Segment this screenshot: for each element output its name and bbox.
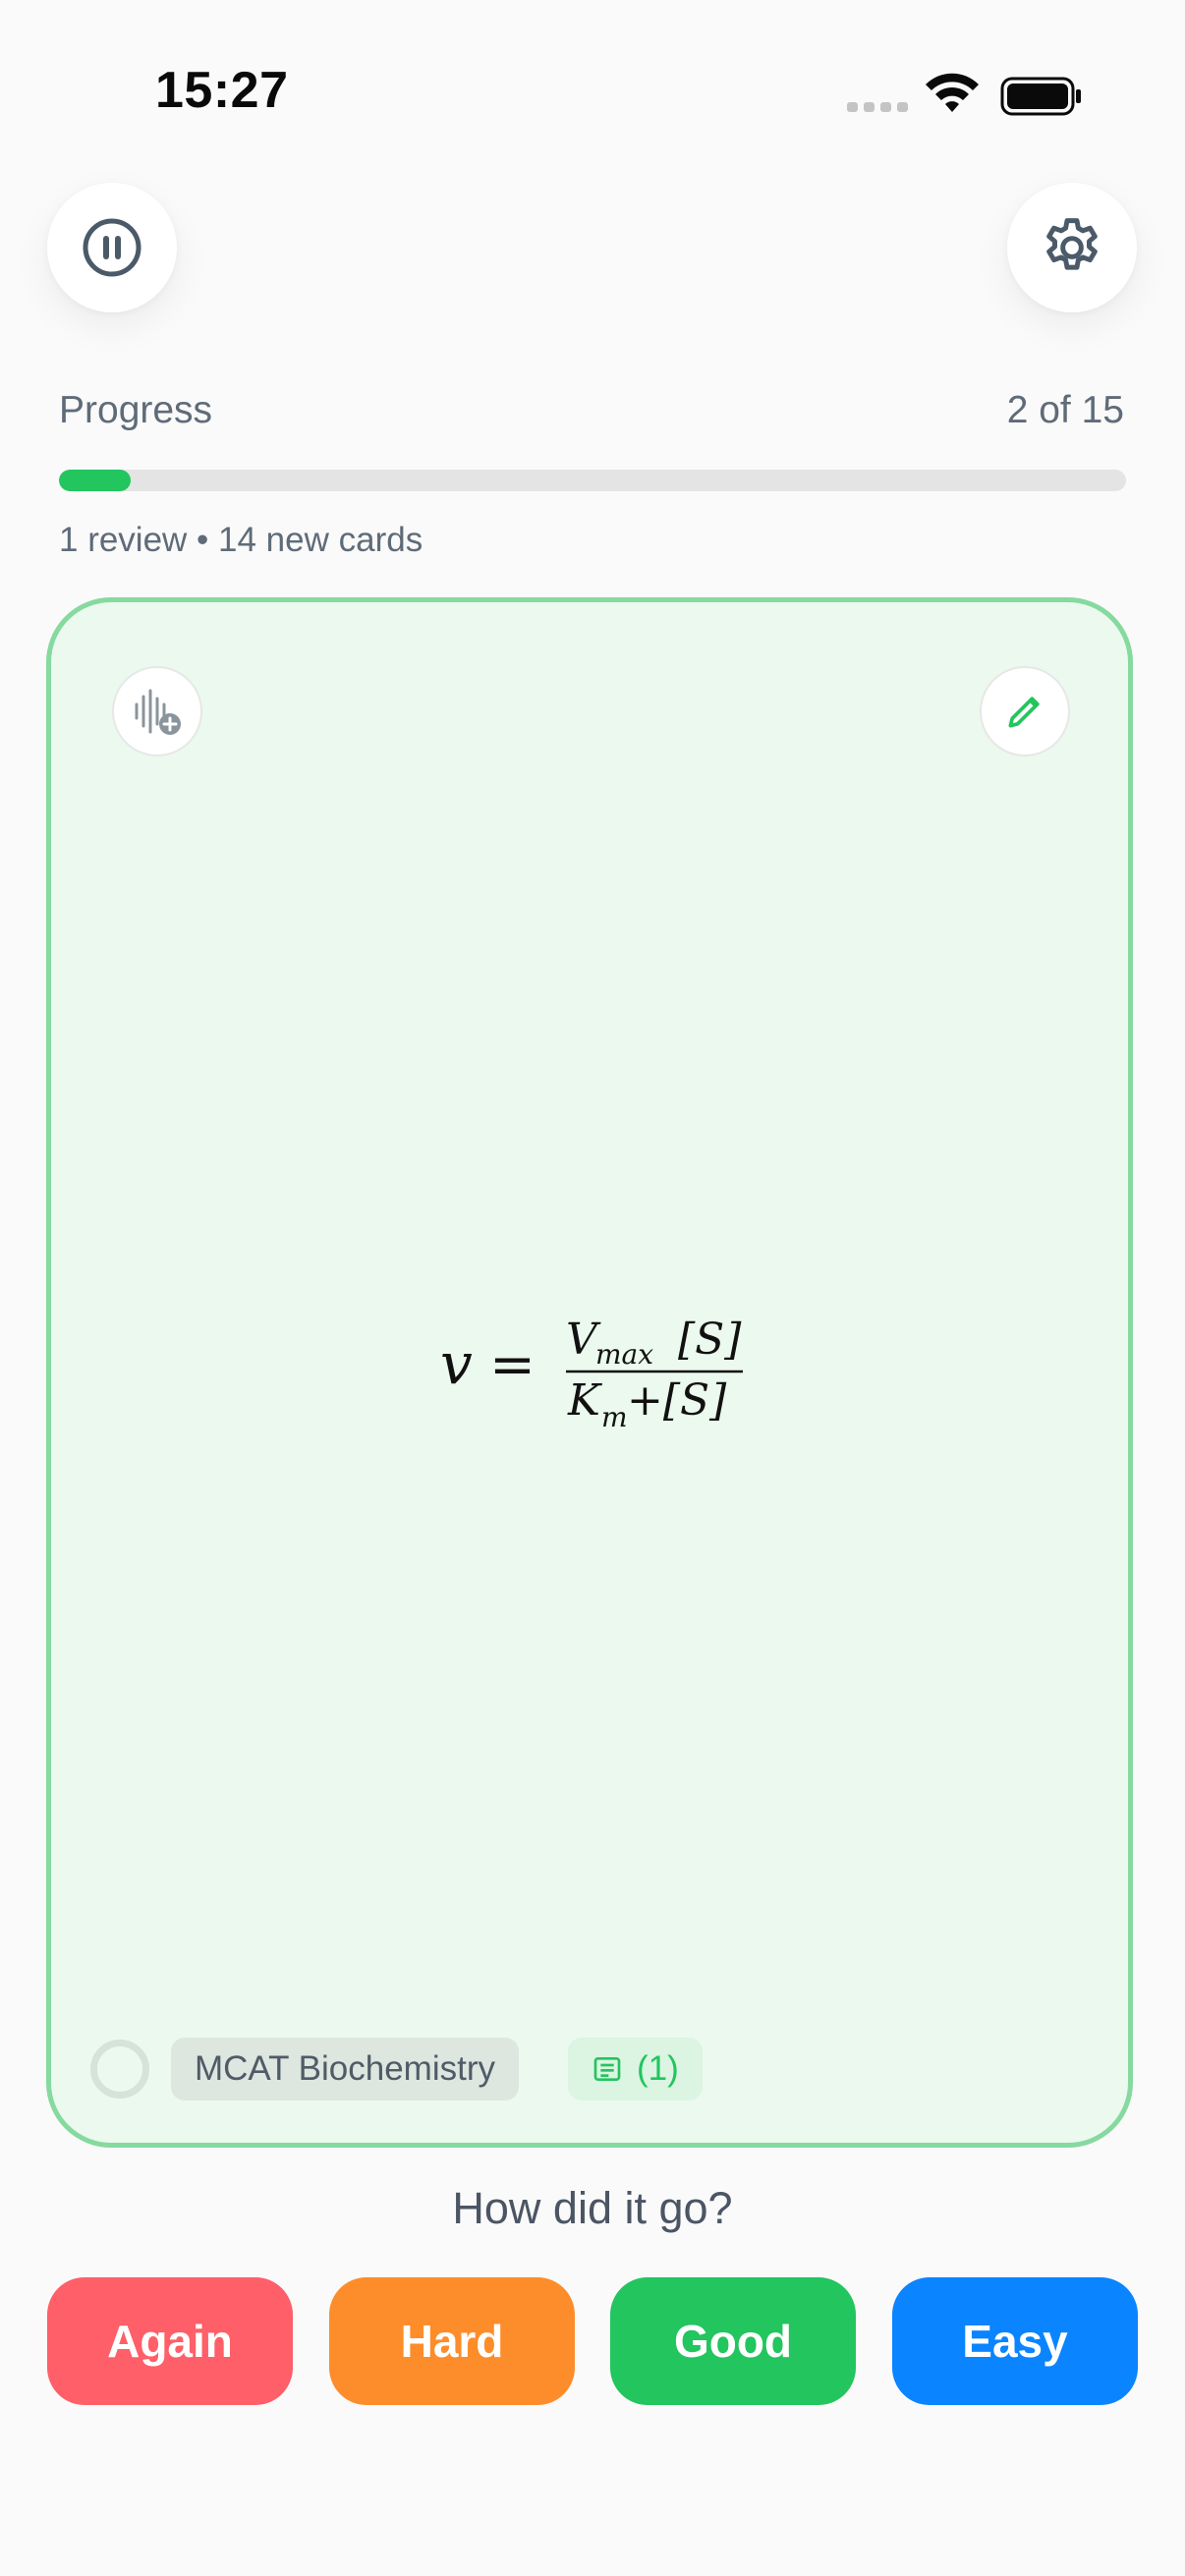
formula-denominator-subscript: m [601, 1401, 628, 1433]
notes-count: (1) [637, 2049, 679, 2088]
notes-tag[interactable]: (1) [568, 2038, 703, 2100]
formula-numerator-subscript: max [595, 1338, 653, 1371]
easy-button[interactable]: Easy [892, 2277, 1138, 2405]
settings-button[interactable] [1007, 183, 1137, 312]
rating-prompt: How did it go? [452, 2183, 733, 2233]
card-formula: v = V max [S] K m +[S] [440, 1315, 743, 1433]
pencil-icon [1008, 697, 1040, 728]
deck-tag[interactable]: MCAT Biochemistry [171, 2038, 519, 2100]
battery-icon [1000, 77, 1081, 116]
deck-label: MCAT Biochemistry [195, 2049, 495, 2088]
pause-icon [83, 218, 141, 277]
cellular-signal-icon [847, 102, 908, 112]
formula-numerator-bracket: [S] [678, 1315, 742, 1365]
status-time: 15:27 [155, 62, 289, 119]
progress-label: Progress [59, 389, 213, 431]
formula-lhs: v [440, 1330, 473, 1397]
audio-add-icon [135, 689, 181, 735]
formula-denominator-symbol: K [567, 1375, 602, 1426]
again-button[interactable]: Again [47, 2277, 293, 2405]
note-icon [593, 2057, 621, 2081]
gear-icon [1046, 218, 1098, 270]
good-button[interactable]: Good [610, 2277, 856, 2405]
session-summary: 1 review • 14 new cards [59, 521, 423, 559]
progress-fill [59, 470, 131, 491]
formula-equals: = [489, 1333, 536, 1397]
pause-button[interactable] [47, 183, 177, 312]
progress-bar [59, 470, 1126, 491]
wifi-icon [926, 73, 979, 112]
edit-card-button[interactable] [980, 666, 1070, 756]
hard-button[interactable]: Hard [329, 2277, 575, 2405]
add-audio-button[interactable] [112, 666, 202, 756]
progress-count: 2 of 15 [1006, 389, 1124, 431]
card-status-circle[interactable] [90, 2040, 149, 2099]
formula-denominator-rest: +[S] [627, 1375, 727, 1426]
